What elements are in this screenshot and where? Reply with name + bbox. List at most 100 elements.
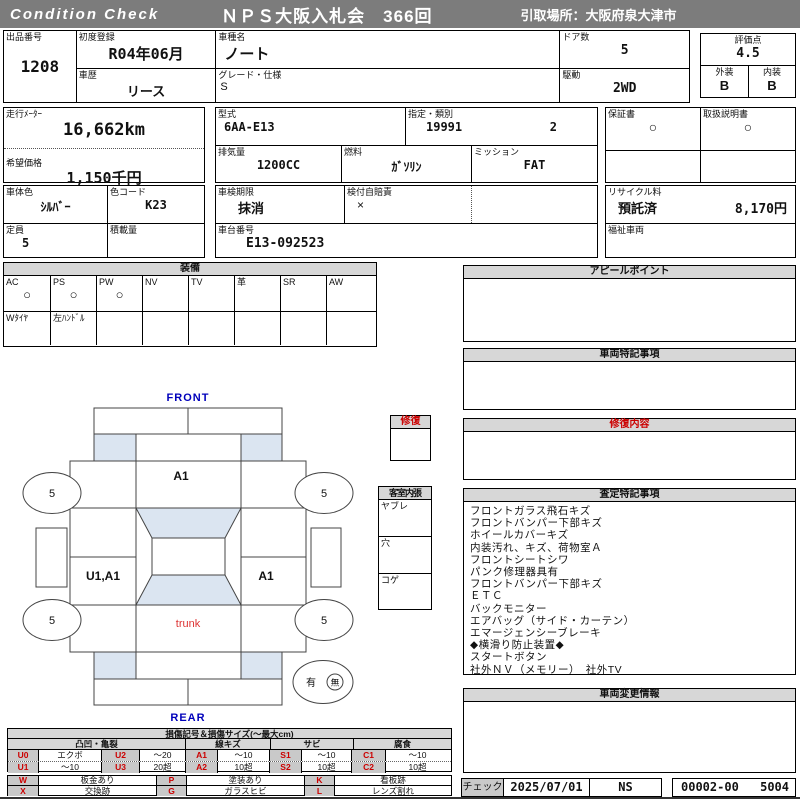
legend-desc: レンズ割れ — [334, 786, 451, 796]
legend-desc: 看板跡 — [334, 776, 451, 785]
tire-depth-rear-left: 5 — [49, 615, 55, 627]
exterior-grade-label: 外装 — [715, 67, 734, 77]
equipment-mark: ○ — [69, 287, 78, 302]
model-code-cell: 型式 6AA-E13 — [216, 108, 405, 145]
check-inspector: NS — [589, 779, 661, 796]
welfare-cell: 福祉車両 — [606, 223, 795, 258]
auction-title: ＮＰＳ大阪入札会 366回 — [221, 6, 433, 26]
color-code-cell: 色コード K23 — [107, 186, 204, 223]
cabin-lining-title: 客室内張 — [379, 487, 431, 500]
cabin-row-burn: コゲ — [379, 573, 431, 610]
assessment-panel: 査定特記事項 フロントガラス飛石キズ フロントバンパー下部キズ ホイールカバーキ… — [463, 488, 796, 676]
page-code: 5004 — [760, 780, 789, 794]
check-label: チェック — [462, 779, 503, 796]
lot-number-cell: 出品番号 1208 — [4, 31, 76, 102]
legend-desc: 10超 — [385, 762, 449, 773]
appeal-panel: アピールポイント — [463, 265, 796, 342]
equipment-note: Wﾀｲﾔ — [6, 313, 28, 323]
welfare-label: 福祉車両 — [608, 225, 645, 235]
legend-desc: 〜10 — [301, 750, 351, 761]
legend-code: C2 — [351, 762, 385, 773]
exterior-grade-cell: 外装 B — [701, 66, 748, 97]
lot-number-label: 出品番号 — [6, 32, 43, 42]
equipment-mark: ○ — [23, 287, 31, 302]
assessment-note: ホイールカバーキズ — [470, 529, 569, 542]
fuel-value: ｶﾞｿﾘﾝ — [391, 160, 422, 174]
assessment-note: フロントシートシワ — [470, 553, 569, 566]
assessment-title: 査定特記事項 — [464, 489, 795, 502]
legend-code: A2 — [185, 762, 217, 773]
displacement-label: 排気量 — [218, 147, 246, 157]
tire-depth-front-right: 5 — [321, 488, 327, 500]
equipment-table: 装備 AC ○ PS ○ PW ○ NV TV 革 SR AW Wﾀｲﾔ 左ﾊﾝﾄﾞﾙ — [3, 262, 377, 347]
legend-group: サビ — [270, 739, 353, 749]
assessment-note: エマージェンシーブレーキ — [470, 627, 602, 640]
damage-legend-title: 損傷記号＆損傷サイズ(〜最大cm) — [8, 729, 451, 739]
tire-depth-front-left: 5 — [49, 488, 55, 500]
front-label: FRONT — [167, 392, 210, 404]
doc-number: 00002-00 — [681, 780, 739, 794]
odometer-label: 走行ﾒｰﾀｰ — [6, 109, 43, 119]
appeal-title: アピールポイント — [464, 266, 795, 279]
insurance-mark: × — [357, 198, 365, 212]
documents-table: 保証書 ○ 取扱説明書 ○ — [605, 107, 796, 183]
legend-desc: 板金あり — [38, 776, 156, 785]
legend-group: 線キズ — [185, 739, 270, 749]
legend-desc: 10超 — [301, 762, 351, 773]
recycle-label: リサイクル料 — [608, 187, 662, 197]
class-cell: 指定・類別 19991 2 — [405, 108, 597, 145]
legend-code: K — [304, 776, 334, 785]
damage-legend-table: 損傷記号＆損傷サイズ(〜最大cm) 凸凹・亀裂 線キズ サビ 腐食 U0 エクボ… — [7, 728, 452, 773]
cabin-lining-box: 客室内張 ヤブレ 穴 コゲ — [378, 486, 432, 610]
class-number2-value: 2 — [549, 120, 557, 134]
score-label: 評価点 — [734, 35, 762, 45]
legend-code: G — [156, 786, 186, 796]
assessment-note: 内装汚れ、キズ、荷物室Ａ — [470, 541, 603, 554]
warranty-cell: 保証書 ○ — [606, 108, 700, 150]
odometer-value: 16,662km — [63, 120, 145, 140]
interior-grade-value: B — [767, 78, 777, 93]
interior-grade-cell: 内装 B — [748, 66, 795, 97]
color-code-value: K23 — [145, 198, 167, 212]
repair-box: 修復 — [390, 415, 431, 461]
fuel-label: 燃料 — [344, 147, 363, 157]
damage-mark-hood: A1 — [173, 469, 189, 483]
header-bar: Condition Check ＮＰＳ大阪入札会 366回 引取場所：大阪府泉大… — [0, 0, 800, 28]
legend-code: L — [304, 786, 334, 796]
score-table: 評価点 4.5 外装 B 内装 B — [700, 33, 796, 98]
change-info-panel: 車両変更情報 — [463, 688, 796, 773]
assessment-note: フロントガラス飛石キズ — [470, 505, 591, 517]
legend-code: U0 — [8, 750, 38, 761]
capacity-value: 5 — [22, 236, 30, 250]
equipment-label: NV — [145, 277, 158, 287]
cabin-row-tear: ヤブレ — [381, 501, 409, 511]
drive-cell: 駆動 2WD — [560, 68, 690, 102]
vehicle-main-table: 出品番号 1208 初度登録 R04年06月 車歴 リース 車種名 ノート グレ… — [3, 30, 690, 103]
legend-code: A1 — [185, 750, 217, 761]
class-number-value: 19991 — [426, 120, 463, 134]
manual-cell: 取扱説明書 ○ — [700, 108, 795, 150]
page-bottom-rule — [0, 797, 800, 799]
inspection-table: 車検期限 抹消 検付自賠責 × 車台番号 E13-092523 — [215, 185, 598, 258]
history-label: 車歴 — [78, 70, 97, 80]
color-table: 車体色 ｼﾙﾊﾞｰ 色コード K23 定員 5 積載量 — [3, 185, 205, 258]
first-registration-value: R04年06月 — [108, 45, 184, 63]
rear-left-corner — [93, 651, 137, 680]
legend-desc: 10超 — [217, 762, 269, 773]
doors-value: 5 — [620, 43, 629, 58]
fuel-cell: 燃料 ｶﾞｿﾘﾝ — [341, 146, 471, 182]
condition-check-logo: Condition Check — [10, 5, 160, 23]
body-color-label: 車体色 — [6, 187, 34, 197]
right-mirror — [310, 527, 342, 588]
spare-has-label: 有 — [306, 676, 316, 689]
spare-none-label: 無 — [331, 678, 340, 688]
recycle-cell: リサイクル料 預託済 8,170円 — [606, 186, 795, 223]
check-date: 2025/07/01 — [503, 779, 589, 796]
assessment-note: ＥＴＣ — [470, 590, 503, 603]
score-cell: 評価点 4.5 — [701, 34, 795, 65]
left-mirror — [35, 527, 68, 588]
first-registration-label: 初度登録 — [78, 32, 115, 42]
history-cell: 車歴 リース — [76, 68, 216, 102]
assessment-note: スタートボタン — [470, 651, 547, 664]
repair-detail-panel: 修復内容 — [463, 418, 796, 480]
